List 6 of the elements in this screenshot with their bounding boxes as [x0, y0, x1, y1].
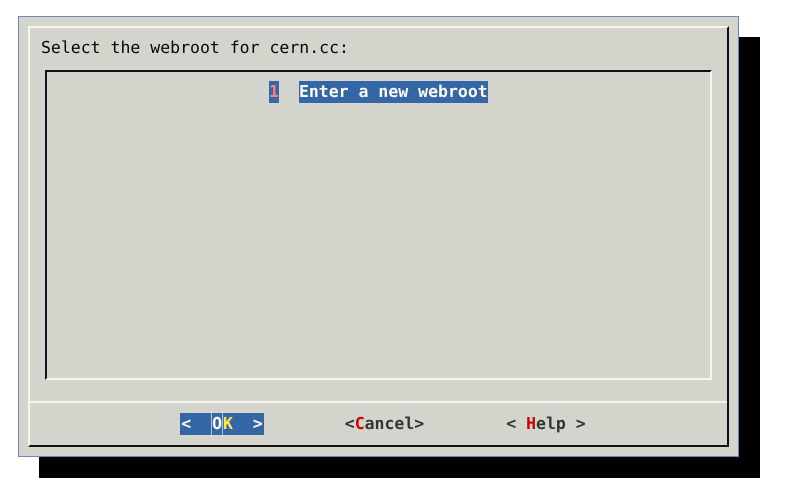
dialog-button[interactable]: < Help > — [505, 413, 587, 435]
menu-item[interactable]: Enter a new webroot — [298, 81, 488, 103]
menu-item-tag: 1 — [269, 81, 279, 103]
dialog-button[interactable]: < OK > — [180, 413, 264, 435]
dialog-button[interactable]: <Cancel> — [344, 413, 426, 435]
dialog-prompt: Select the webroot for cern.cc: — [41, 38, 349, 57]
